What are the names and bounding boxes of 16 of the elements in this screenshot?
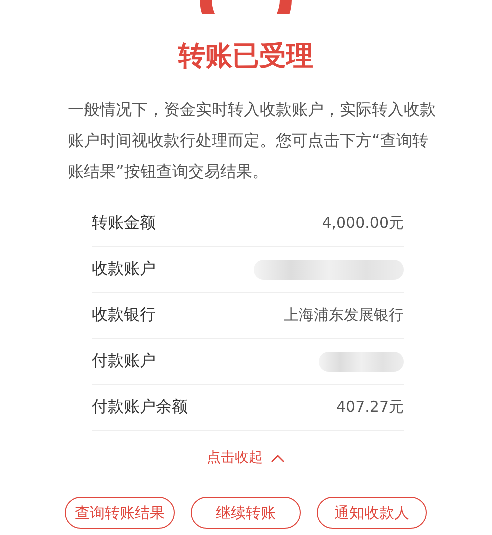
- notice-text: 一般情况下，资金实时转入收款账户，实际转入收款账户时间视收款行处理而定。您可点击下方“查询转账结果”按钮查询交易结果。: [68, 99, 436, 183]
- detail-label: 付款账户: [92, 351, 156, 372]
- action-button[interactable]: 通知收款人: [317, 497, 427, 529]
- detail-value: 4,000.00元: [322, 214, 404, 233]
- page-title: 转账已受理: [177, 40, 314, 74]
- detail-value: 上海浦东发展银行: [284, 306, 404, 325]
- chevron-icon: [271, 454, 285, 462]
- detail-value: 407.27元: [336, 398, 404, 417]
- detail-label: 转账金额: [92, 213, 156, 234]
- status-icon: [200, 0, 292, 14]
- action-button[interactable]: 继续转账: [191, 497, 301, 529]
- action-button[interactable]: 查询转账结果: [65, 497, 175, 529]
- detail-label: 付款账户余额: [92, 397, 188, 418]
- detail-label: 收款账户: [92, 259, 156, 280]
- collapse-link[interactable]: 点击收起: [0, 449, 492, 467]
- detail-label: 收款银行: [92, 305, 156, 326]
